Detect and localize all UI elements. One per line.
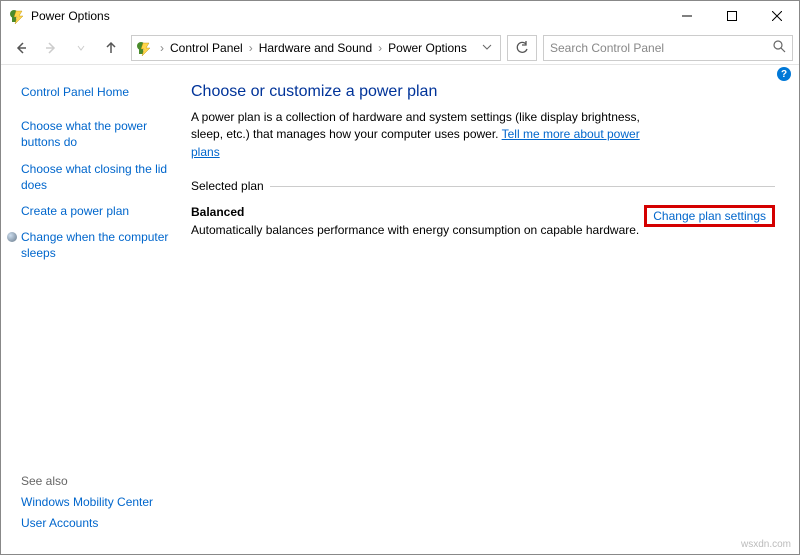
sidebar-link-power-buttons[interactable]: Choose what the power buttons do bbox=[21, 118, 173, 150]
control-panel-home-link[interactable]: Control Panel Home bbox=[21, 84, 173, 100]
see-also-heading: See also bbox=[21, 474, 173, 488]
close-button[interactable] bbox=[754, 1, 799, 31]
minimize-button[interactable] bbox=[664, 1, 709, 31]
chevron-right-icon[interactable]: › bbox=[247, 41, 255, 55]
content-body: Control Panel Home Choose what the power… bbox=[1, 65, 799, 554]
window-controls bbox=[664, 1, 799, 31]
main-content: Choose or customize a power plan A power… bbox=[181, 65, 799, 554]
divider bbox=[270, 186, 775, 187]
power-plug-icon bbox=[136, 40, 152, 56]
active-indicator-icon bbox=[7, 232, 17, 242]
selected-plan-label: Selected plan bbox=[191, 179, 264, 193]
plan-name: Balanced bbox=[191, 205, 644, 219]
nav-toolbar: › Control Panel › Hardware and Sound › P… bbox=[1, 31, 799, 65]
sidebar: Control Panel Home Choose what the power… bbox=[1, 65, 181, 554]
plan-info: Balanced Automatically balances performa… bbox=[191, 205, 644, 237]
help-icon[interactable]: ? bbox=[777, 67, 791, 81]
power-options-icon bbox=[9, 8, 25, 24]
sidebar-link-closing-lid[interactable]: Choose what closing the lid does bbox=[21, 161, 173, 193]
page-title: Choose or customize a power plan bbox=[191, 83, 775, 101]
sidebar-link-change-sleep[interactable]: Change when the computer sleeps bbox=[7, 229, 173, 261]
maximize-button[interactable] bbox=[709, 1, 754, 31]
see-also-mobility-center[interactable]: Windows Mobility Center bbox=[21, 494, 173, 510]
page-description: A power plan is a collection of hardware… bbox=[191, 109, 671, 161]
up-button[interactable] bbox=[97, 34, 125, 62]
chevron-down-icon[interactable] bbox=[478, 41, 496, 55]
breadcrumb-hardware-sound[interactable]: Hardware and Sound bbox=[255, 39, 376, 57]
plan-row: Balanced Automatically balances performa… bbox=[191, 205, 775, 237]
address-bar[interactable]: › Control Panel › Hardware and Sound › P… bbox=[131, 35, 501, 61]
chevron-right-icon[interactable]: › bbox=[158, 41, 166, 55]
change-plan-settings-link[interactable]: Change plan settings bbox=[649, 207, 770, 225]
breadcrumb-power-options[interactable]: Power Options bbox=[384, 39, 471, 57]
sidebar-link-change-sleep-label[interactable]: Change when the computer sleeps bbox=[21, 229, 173, 261]
see-also-section: See also Windows Mobility Center User Ac… bbox=[21, 468, 173, 536]
titlebar: Power Options bbox=[1, 1, 799, 31]
sidebar-link-create-plan[interactable]: Create a power plan bbox=[21, 203, 173, 219]
search-icon[interactable] bbox=[773, 40, 786, 56]
watermark: wsxdn.com bbox=[741, 539, 791, 550]
forward-button[interactable] bbox=[37, 34, 65, 62]
back-button[interactable] bbox=[7, 34, 35, 62]
refresh-button[interactable] bbox=[507, 35, 537, 61]
recent-dropdown[interactable] bbox=[67, 34, 95, 62]
see-also-user-accounts[interactable]: User Accounts bbox=[21, 515, 173, 531]
search-input[interactable] bbox=[550, 41, 773, 55]
plan-description: Automatically balances performance with … bbox=[191, 223, 644, 237]
search-box[interactable] bbox=[543, 35, 793, 61]
selected-plan-section-header: Selected plan bbox=[191, 179, 775, 193]
window-title: Power Options bbox=[31, 9, 664, 23]
highlight-box: Change plan settings bbox=[644, 205, 775, 227]
chevron-right-icon[interactable]: › bbox=[376, 41, 384, 55]
breadcrumb-control-panel[interactable]: Control Panel bbox=[166, 39, 247, 57]
